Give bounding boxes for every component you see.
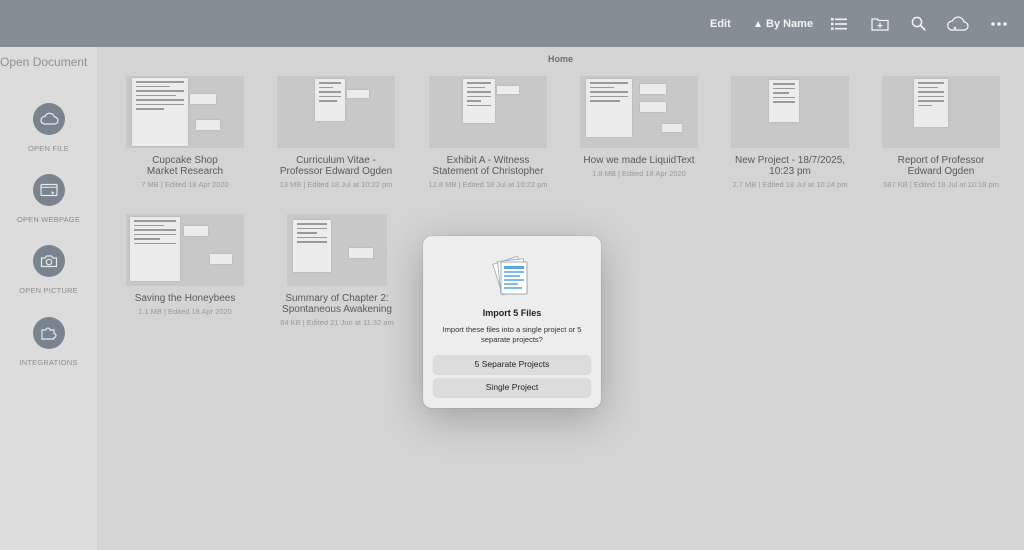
document-meta: 2.7 MB | Edited 18 Jul at 10:24 pm (732, 180, 848, 189)
search-icon (911, 16, 926, 31)
sidebar-item-open-webpage[interactable]: OPEN WEBPAGE (0, 174, 97, 224)
dialog-message: Import these files into a single project… (442, 325, 582, 344)
document-card[interactable]: Report of Professor Edward Ogden 587 KB … (866, 76, 1016, 189)
separate-projects-button[interactable]: 5 Separate Projects (433, 355, 591, 374)
cloud-sync-icon (947, 16, 969, 31)
camera-icon (40, 255, 57, 268)
document-thumbnail (126, 214, 244, 286)
document-title: Exhibit A - Witness Statement of Christo… (432, 155, 544, 177)
open-webpage-icon-circle (32, 174, 65, 206)
top-toolbar: Edit By Name (0, 0, 1024, 47)
documents-icon (492, 255, 528, 296)
sidebar-title: Open Document (0, 55, 88, 69)
page-title: Home (547, 54, 573, 64)
sort-by-name-button[interactable]: By Name (754, 0, 813, 47)
sidebar-item-label: INTEGRATIONS (19, 358, 78, 367)
sidebar-item-label: OPEN WEBPAGE (16, 215, 81, 224)
document-title: How we made LiquidText (583, 155, 695, 166)
search-button[interactable] (911, 0, 926, 47)
document-title: Summary of Chapter 2: Spontaneous Awaken… (282, 293, 392, 315)
document-thumbnail (287, 214, 387, 286)
document-meta: 7 MB | Edited 18 Apr 2020 (141, 180, 229, 189)
sort-label: By Name (766, 17, 814, 30)
document-card[interactable]: Exhibit A - Witness Statement of Christo… (413, 76, 563, 189)
new-folder-icon (871, 17, 889, 31)
document-meta: 64 KB | Edited 21 Jun at 11:32 am (280, 318, 394, 327)
edit-label: Edit (710, 17, 731, 30)
list-view-icon (831, 17, 847, 30)
edit-button[interactable]: Edit (710, 0, 731, 47)
open-picture-icon-circle (32, 245, 65, 277)
document-card[interactable]: Summary of Chapter 2: Spontaneous Awaken… (262, 214, 412, 327)
document-title: New Project - 18/7/2025, 10:23 pm (734, 155, 846, 177)
document-thumbnail (882, 76, 1000, 148)
sidebar-item-integrations[interactable]: INTEGRATIONS (0, 317, 97, 367)
document-thumbnail (731, 76, 849, 148)
import-dialog: Import 5 Files Import these files into a… (423, 236, 601, 408)
webpage-icon (39, 183, 58, 197)
document-thumbnail (126, 76, 244, 148)
document-card[interactable]: How we made LiquidText 1.8 MB | Edited 1… (564, 76, 714, 178)
document-meta: 13 MB | Edited 18 Jul at 10:22 pm (279, 180, 393, 189)
document-title: Curriculum Vitae - Professor Edward Ogde… (279, 155, 393, 177)
document-title: Report of Professor Edward Ogden (897, 155, 985, 177)
integrations-icon-circle (32, 317, 65, 349)
sidebar: Open Document OPEN FILE OPEN WEBPAGE OPE… (0, 47, 98, 550)
triangle-up-icon (755, 20, 761, 27)
document-card[interactable]: Curriculum Vitae - Professor Edward Ogde… (261, 76, 411, 189)
sidebar-item-open-file[interactable]: OPEN FILE (0, 103, 97, 153)
new-folder-button[interactable] (871, 0, 889, 47)
document-meta: 1.8 MB | Edited 18 Apr 2020 (592, 169, 686, 178)
more-button[interactable] (991, 0, 1007, 47)
cloud-icon (39, 112, 59, 125)
dialog-title: Import 5 Files (482, 308, 542, 318)
document-thumbnail (429, 76, 547, 148)
document-card[interactable]: Cupcake Shop Market Research 7 MB | Edit… (110, 76, 260, 189)
document-card[interactable]: Saving the Honeybees 1.1 MB | Edited 18 … (110, 214, 260, 316)
single-project-button[interactable]: Single Project (433, 378, 591, 397)
sidebar-item-open-picture[interactable]: OPEN PICTURE (0, 245, 97, 295)
list-view-button[interactable] (831, 0, 847, 47)
document-title: Saving the Honeybees (134, 293, 236, 304)
sidebar-item-label: OPEN PICTURE (19, 286, 78, 295)
open-file-icon-circle (32, 103, 65, 135)
document-meta: 587 KB | Edited 18 Jul at 10:18 pm (883, 180, 999, 189)
document-meta: 12.8 MB | Edited 18 Jul at 10:22 pm (428, 180, 548, 189)
document-thumbnail (580, 76, 698, 148)
puzzle-icon (40, 327, 57, 340)
sidebar-item-label: OPEN FILE (28, 144, 69, 153)
document-title: Cupcake Shop Market Research (146, 155, 224, 177)
document-card[interactable]: New Project - 18/7/2025, 10:23 pm 2.7 MB… (715, 76, 865, 189)
document-thumbnail (277, 76, 395, 148)
cloud-sync-button[interactable] (945, 0, 969, 47)
more-icon (991, 21, 1007, 26)
document-meta: 1.1 MB | Edited 18 Apr 2020 (138, 307, 232, 316)
